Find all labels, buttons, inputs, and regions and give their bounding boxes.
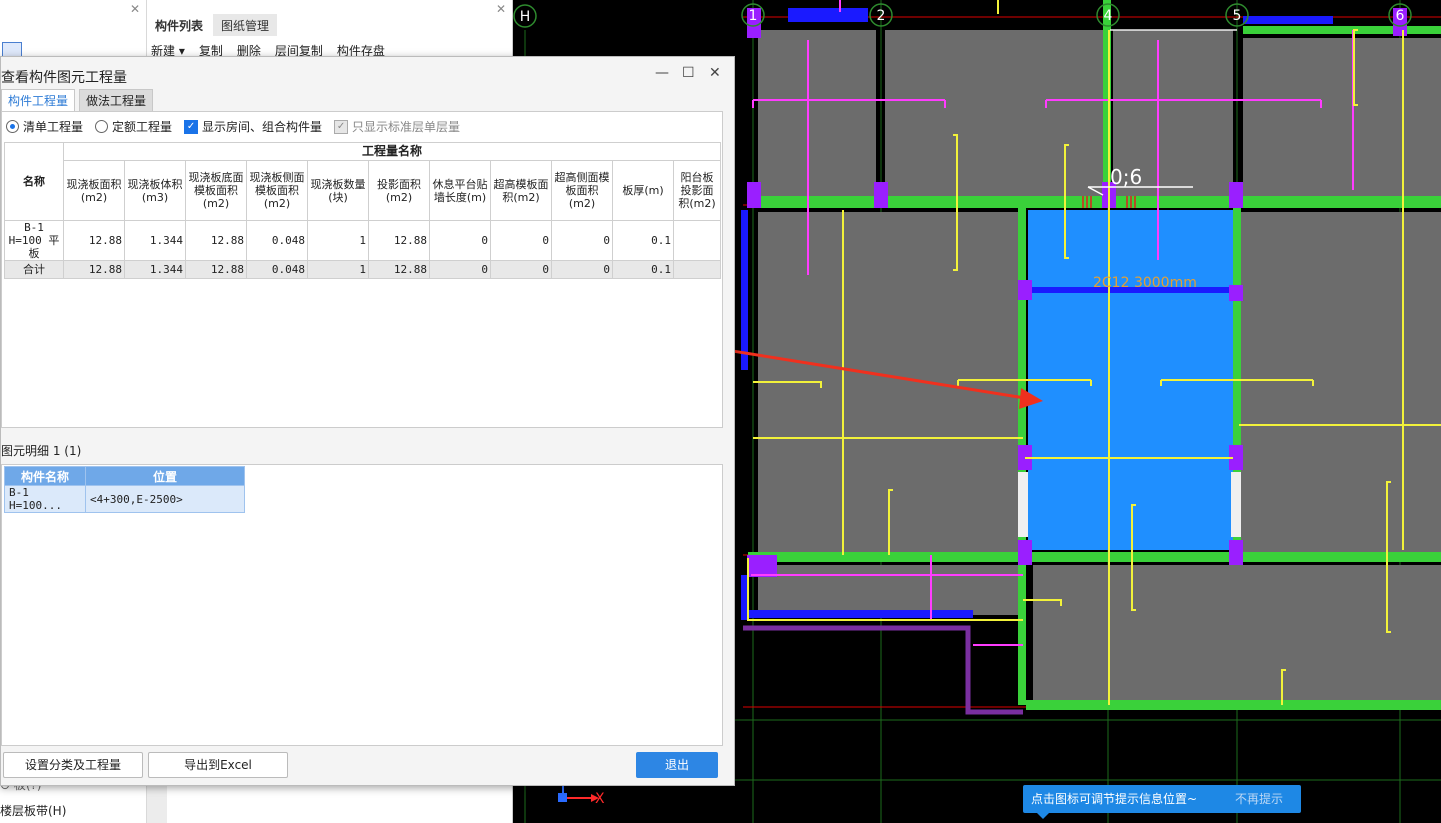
quantity-table: 名称 工程量名称 现浇板面积(m2) 现浇板体积(m3) 现浇板底面模板面积(m… [4,142,721,279]
tip-bubble[interactable]: 点击图标可调节提示信息位置~ 不再提示 [1023,785,1301,819]
dialog-title: 查看构件图元工程量 [1,70,127,86]
table-cell: 1.344 [124,260,186,279]
std-floor-label: 只显示标准层单层量 [352,120,461,134]
table-row[interactable]: B-1 H=100... <4+300,E-2500> [4,485,245,513]
column-header[interactable]: 超高模板面积(m2) [490,160,552,221]
column-header[interactable]: 现浇板面积(m2) [63,160,125,221]
column-header[interactable]: 阳台板投影面积(m2) [673,160,721,221]
column-header-name: 名称 [4,142,64,221]
table-cell [673,220,721,261]
column-header[interactable]: 板厚(m) [612,160,674,221]
tab-drawing-management[interactable]: 图纸管理 [213,14,278,36]
table-cell: 12.88 [185,260,247,279]
table-row[interactable]: B-1 H=100 平板 12.88 1.344 12.88 0.048 1 1… [4,220,721,261]
close-icon[interactable]: ✕ [496,2,506,16]
table-cell [673,260,721,279]
table-cell: 12.88 [368,260,430,279]
column-header[interactable]: 现浇板底面模板面积(m2) [185,160,247,221]
quota-qty-radio[interactable] [95,120,109,133]
column-header[interactable]: 超高侧面模板面积(m2) [551,160,613,221]
quantity-dialog: 查看构件图元工程量 — ☐ ✕ 构件工程量 做法工程量 清单工程量 定额工程量 … [0,56,735,786]
column-header-component-name[interactable]: 构件名称 [4,466,86,486]
total-row[interactable]: 合计 12.88 1.344 12.88 0.048 1 12.88 0 0 0… [4,260,721,279]
rebar-count-label: 0;6 [1110,165,1142,189]
table-cell: 0 [429,220,491,261]
column-header[interactable]: 现浇板数量(块) [307,160,369,221]
column-header[interactable]: 投影面积(m2) [368,160,430,221]
panel-strip [147,780,167,823]
table-cell: 0.1 [612,220,674,261]
column-header[interactable]: 休息平台贴墙长度(m) [429,160,491,221]
column-header[interactable]: 现浇板侧面模板面积(m2) [246,160,308,221]
detail-position-cell: <4+300,E-2500> [85,485,245,513]
table-cell: 0.048 [246,220,308,261]
table-cell: 1 [307,220,369,261]
axis-label-4: 4 [1104,8,1113,24]
column-group-header: 工程量名称 [63,142,721,161]
std-floor-checkbox: ✓ [334,119,349,134]
minimize-icon[interactable]: — [655,65,669,81]
column-header[interactable]: 现浇板体积(m3) [124,160,186,221]
dismiss-tip-link[interactable]: 不再提示 [1235,785,1283,813]
table-cell: 12.88 [63,220,125,261]
axis-label-1: 1 [749,8,758,24]
table-cell: 0 [551,260,613,279]
quantity-panel: 清单工程量 定额工程量 ✓ 显示房间、组合构件量 ✓ 只显示标准层单层量 名称 … [1,111,723,474]
table-cell: 0 [551,220,613,261]
table-cell: 0 [490,260,552,279]
axis-label-h: H [520,9,531,25]
axis-label-5: 5 [1233,8,1242,24]
detail-table: 构件名称 位置 B-1 H=100... <4+300,E-2500> [4,466,245,513]
table-cell: 1.344 [124,220,186,261]
table-cell: 0 [490,220,552,261]
detail-panel: 构件名称 位置 B-1 H=100... <4+300,E-2500> [1,464,723,746]
table-cell: 0.048 [246,260,308,279]
table-cell: 0 [429,260,491,279]
settings-button[interactable]: 设置分类及工程量 [3,752,143,778]
tip-arrow [1037,813,1049,819]
detail-label: 图元明细 1 (1) [1,444,82,458]
show-rooms-label: 显示房间、组合构件量 [202,120,323,134]
exit-button[interactable]: 退出 [636,752,718,778]
table-cell: 1 [307,260,369,279]
tip-message: 点击图标可调节提示信息位置~ [1031,792,1198,806]
row-name-cell: B-1 H=100 平板 [4,220,64,261]
detail-name-cell: B-1 H=100... [4,485,86,513]
table-cell: 0.1 [612,260,674,279]
column-header-position[interactable]: 位置 [85,466,245,486]
list-qty-radio[interactable] [6,120,19,133]
tab-component-list[interactable]: 构件列表 [147,14,212,36]
tab-method-quantity[interactable]: 做法工程量 [79,89,154,112]
export-excel-button[interactable]: 导出到Excel [148,752,288,778]
table-cell: 12.88 [63,260,125,279]
tree-item-floor-strip[interactable]: 楼层板带(H) [0,802,66,819]
list-qty-label: 清单工程量 [23,120,84,134]
row-name-cell: 合计 [4,260,64,279]
maximize-icon[interactable]: ☐ [682,65,695,81]
axis-label-2: 2 [877,8,886,24]
quota-qty-label: 定额工程量 [112,120,173,134]
close-icon[interactable]: ✕ [130,2,140,16]
close-icon[interactable]: ✕ [709,65,721,81]
rebar-spec-label: 2C12 3000mm [1093,275,1197,291]
table-cell: 12.88 [185,220,247,261]
axis-label-6: 6 [1396,8,1405,24]
show-rooms-checkbox[interactable]: ✓ [184,119,199,134]
table-cell: 12.88 [368,220,430,261]
coord-x-label: X [595,791,605,807]
tab-component-quantity[interactable]: 构件工程量 [1,89,76,112]
